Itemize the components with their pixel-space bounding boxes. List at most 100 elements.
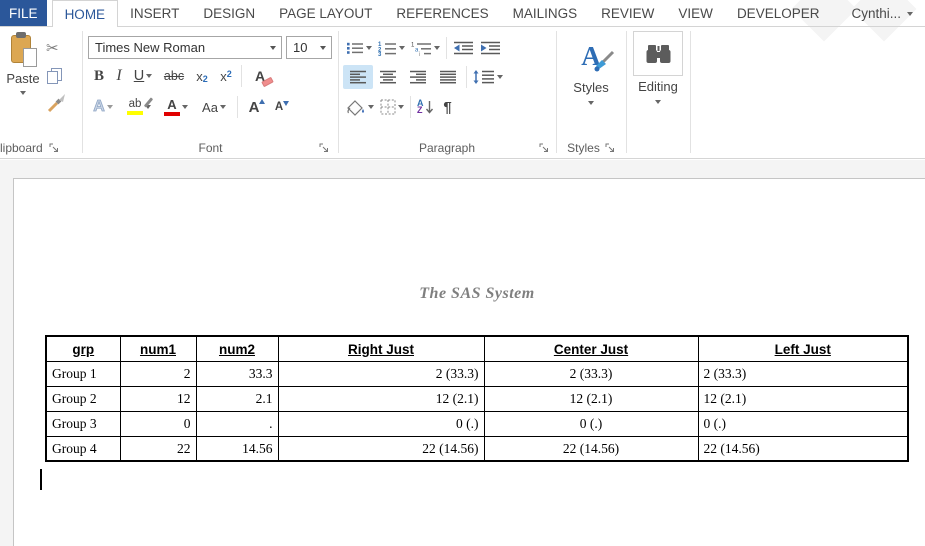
svg-text:i: i	[419, 52, 420, 56]
cell-num1[interactable]: 2	[119, 360, 197, 387]
cell-left-just[interactable]: 22 (14.56)	[697, 435, 909, 462]
underline-button[interactable]: U	[128, 64, 158, 88]
chevron-down-icon	[907, 11, 913, 16]
cell-num1[interactable]: 12	[119, 385, 197, 412]
italic-icon: I	[116, 67, 122, 84]
cell-grp[interactable]: Group 3	[45, 410, 121, 437]
paste-button[interactable]: Paste	[2, 31, 44, 135]
tab-design[interactable]: DESIGN	[191, 0, 267, 27]
italic-button[interactable]: I	[110, 64, 128, 88]
button-separator	[466, 66, 467, 88]
justify-button[interactable]	[433, 65, 463, 89]
copy-button[interactable]	[46, 63, 76, 88]
font-name-select[interactable]: Times New Roman	[88, 36, 282, 59]
col-header-grp[interactable]: grp	[45, 335, 121, 362]
chevron-down-icon	[320, 45, 326, 50]
align-right-button[interactable]	[403, 65, 433, 89]
chevron-down-icon	[399, 46, 405, 50]
borders-button[interactable]	[377, 95, 407, 119]
cell-left-just[interactable]: 12 (2.1)	[697, 385, 909, 412]
tab-references[interactable]: REFERENCES	[384, 0, 500, 27]
cell-grp[interactable]: Group 4	[45, 435, 121, 462]
clipboard-group-label: lipboard	[0, 141, 43, 155]
multilevel-list-icon: 1 a i	[411, 42, 431, 56]
increase-indent-button[interactable]	[477, 36, 504, 60]
word-window: FILE HOME INSERT DESIGN PAGE LAYOUT REFE…	[0, 0, 925, 546]
cell-right-just[interactable]: 0 (.)	[277, 410, 485, 437]
tab-page-layout[interactable]: PAGE LAYOUT	[267, 0, 384, 27]
shading-button[interactable]	[343, 95, 377, 119]
font-size-select[interactable]: 10	[286, 36, 332, 59]
change-case-button[interactable]: Aa	[194, 95, 234, 119]
line-spacing-button[interactable]	[470, 65, 506, 89]
bullets-icon	[347, 42, 363, 54]
cell-num1[interactable]: 0	[119, 410, 197, 437]
cell-left-just[interactable]: 2 (33.3)	[697, 360, 909, 387]
highlight-button[interactable]: ab	[120, 95, 158, 119]
cell-num2[interactable]: 33.3	[195, 360, 279, 387]
cell-left-just[interactable]: 0 (.)	[697, 410, 909, 437]
tab-file[interactable]: FILE	[0, 0, 47, 26]
clear-formatting-button[interactable]: A	[245, 64, 275, 88]
cut-button[interactable]: ✂	[46, 35, 76, 60]
styles-button[interactable]: A Styles	[557, 27, 625, 158]
button-separator	[241, 65, 242, 87]
tab-home[interactable]: HOME	[51, 0, 119, 27]
cell-center-just[interactable]: 2 (33.3)	[483, 360, 699, 387]
tab-review[interactable]: REVIEW	[589, 0, 666, 27]
format-painter-button[interactable]	[46, 90, 76, 115]
ribbon-home: Paste ✂ lipboard Times New Roman 10 B I …	[0, 27, 925, 159]
tab-view[interactable]: VIEW	[666, 0, 725, 27]
superscript-button[interactable]: x2	[214, 64, 238, 88]
document-title[interactable]: The SAS System	[46, 285, 908, 303]
col-header-left-just[interactable]: Left Just	[697, 335, 909, 362]
col-header-num1[interactable]: num1	[119, 335, 197, 362]
group-separator	[82, 31, 83, 153]
cell-num2[interactable]: 14.56	[195, 435, 279, 462]
col-header-right-just[interactable]: Right Just	[277, 335, 485, 362]
cell-num1[interactable]: 22	[119, 435, 197, 462]
shrink-font-button[interactable]: A	[267, 95, 291, 119]
styles-dialog-launcher-icon[interactable]	[605, 143, 615, 153]
grow-font-button[interactable]: A	[241, 95, 267, 119]
tab-mailings[interactable]: MAILINGS	[501, 0, 590, 27]
highlight-icon: ab	[127, 97, 154, 116]
clipboard-dialog-launcher-icon[interactable]	[49, 143, 59, 153]
strikethrough-button[interactable]: abc	[158, 64, 190, 88]
paragraph-dialog-launcher-icon[interactable]	[539, 143, 549, 153]
cell-num2[interactable]: 2.1	[195, 385, 279, 412]
cell-center-just[interactable]: 22 (14.56)	[483, 435, 699, 462]
font-dialog-launcher-icon[interactable]	[319, 143, 329, 153]
numbering-button[interactable]: 1 2 3	[375, 36, 408, 60]
cell-grp[interactable]: Group 2	[45, 385, 121, 412]
align-left-button[interactable]	[343, 65, 373, 89]
multilevel-list-button[interactable]: 1 a i	[408, 36, 443, 60]
cell-right-just[interactable]: 2 (33.3)	[277, 360, 485, 387]
editing-button[interactable]: Editing	[627, 27, 689, 158]
subscript-button[interactable]: x2	[190, 64, 214, 88]
font-color-button[interactable]: A	[158, 95, 194, 119]
align-center-icon	[379, 70, 396, 84]
sort-button[interactable]: AZ	[414, 95, 437, 119]
decrease-indent-button[interactable]	[450, 36, 477, 60]
show-paragraph-marks-button[interactable]: ¶	[437, 95, 459, 119]
paste-label: Paste	[6, 71, 40, 86]
cell-num2[interactable]: .	[195, 410, 279, 437]
bullets-button[interactable]	[343, 36, 375, 60]
tab-insert[interactable]: INSERT	[118, 0, 191, 27]
cell-right-just[interactable]: 22 (14.56)	[277, 435, 485, 462]
col-header-num2[interactable]: num2	[195, 335, 279, 362]
cell-center-just[interactable]: 12 (2.1)	[483, 385, 699, 412]
document-page[interactable]: The SAS System grp num1 num2 Right Just …	[13, 178, 925, 546]
tab-developer[interactable]: DEVELOPER	[725, 0, 832, 27]
paste-clipboard-icon	[11, 32, 37, 67]
chevron-down-icon	[497, 75, 503, 79]
col-header-center-just[interactable]: Center Just	[483, 335, 699, 362]
user-account-button[interactable]: Cynthi...	[839, 0, 925, 27]
cell-right-just[interactable]: 12 (2.1)	[277, 385, 485, 412]
align-center-button[interactable]	[373, 65, 403, 89]
cell-center-just[interactable]: 0 (.)	[483, 410, 699, 437]
text-effects-button[interactable]: A	[86, 95, 120, 119]
bold-button[interactable]: B	[88, 64, 110, 88]
cell-grp[interactable]: Group 1	[45, 360, 121, 387]
